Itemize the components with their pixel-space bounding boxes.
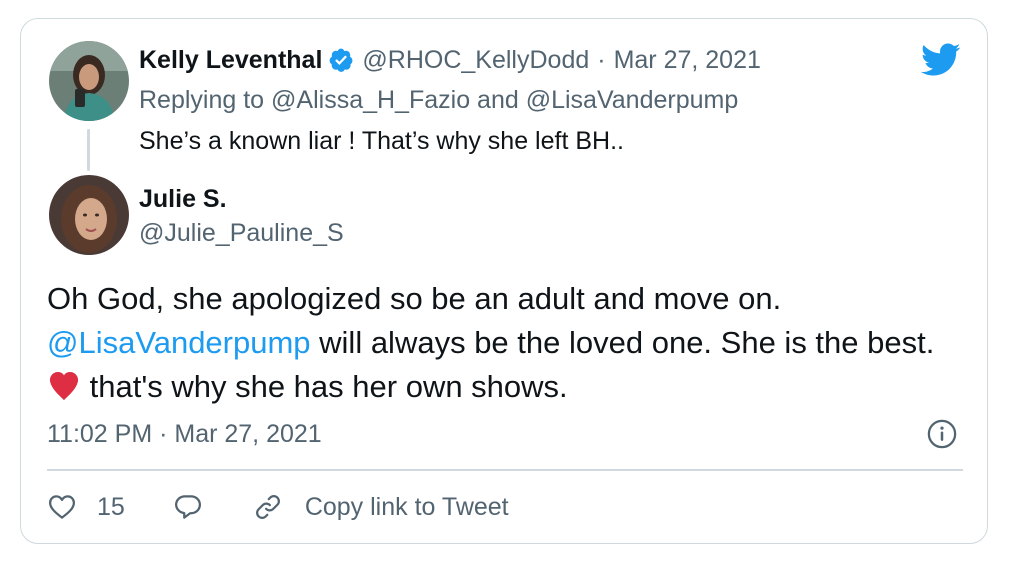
replying-and: and: [477, 86, 519, 114]
info-icon[interactable]: [927, 419, 957, 449]
thread-connector: [87, 129, 90, 171]
tweet-card[interactable]: Kelly Leventhal @RHOC_KellyDodd · Mar 27…: [20, 18, 988, 544]
tweet-text: Oh God, she apologized so be an adult an…: [47, 277, 967, 409]
separator-dot: ·: [597, 46, 606, 74]
replying-user-link[interactable]: @LisaVanderpump: [526, 86, 739, 114]
reply-bubble-icon: [174, 495, 201, 519]
tweet-text-continued: will always be the loved one. She is the…: [310, 325, 935, 360]
like-button[interactable]: 15: [47, 492, 173, 522]
parent-tweet-header: Kelly Leventhal @RHOC_KellyDodd · Mar 27…: [139, 43, 761, 77]
replying-to: Replying to @Alissa_H_Fazio and @LisaVan…: [139, 83, 738, 117]
replying-user-link[interactable]: @Alissa_H_Fazio: [271, 86, 470, 114]
red-heart-emoji: [49, 371, 79, 401]
link-icon: [255, 495, 280, 519]
copy-link-button[interactable]: Copy link to Tweet: [253, 492, 509, 522]
tweet-timestamp[interactable]: 11:02 PM · Mar 27, 2021: [47, 417, 322, 451]
author-handle[interactable]: @RHOC_KellyDodd: [362, 43, 589, 77]
divider: [47, 469, 963, 471]
tweet-date[interactable]: Mar 27, 2021: [614, 43, 761, 77]
tweet-text-line: Oh God, she apologized so be an adult an…: [47, 281, 782, 316]
copy-link-label: Copy link to Tweet: [304, 492, 509, 521]
twitter-bird-icon[interactable]: [921, 43, 961, 77]
like-count: 15: [97, 492, 125, 521]
tweet-text-end: that's why she has her own shows.: [81, 369, 568, 404]
author-name[interactable]: Julie S.: [139, 183, 227, 215]
verified-badge-icon: [330, 48, 353, 72]
avatar[interactable]: [49, 41, 129, 121]
replying-prefix: Replying to: [139, 86, 265, 114]
heart-icon: [49, 495, 75, 519]
avatar[interactable]: [49, 175, 129, 255]
author-name[interactable]: Kelly Leventhal: [139, 43, 322, 77]
parent-tweet-text: She’s a known liar ! That’s why she left…: [139, 127, 624, 155]
reply-button[interactable]: [173, 492, 203, 522]
action-bar: 15 Copy link to Tweet: [47, 485, 509, 529]
mention-link[interactable]: @LisaVanderpump: [47, 325, 311, 360]
author-handle[interactable]: @Julie_Pauline_S: [139, 217, 344, 249]
